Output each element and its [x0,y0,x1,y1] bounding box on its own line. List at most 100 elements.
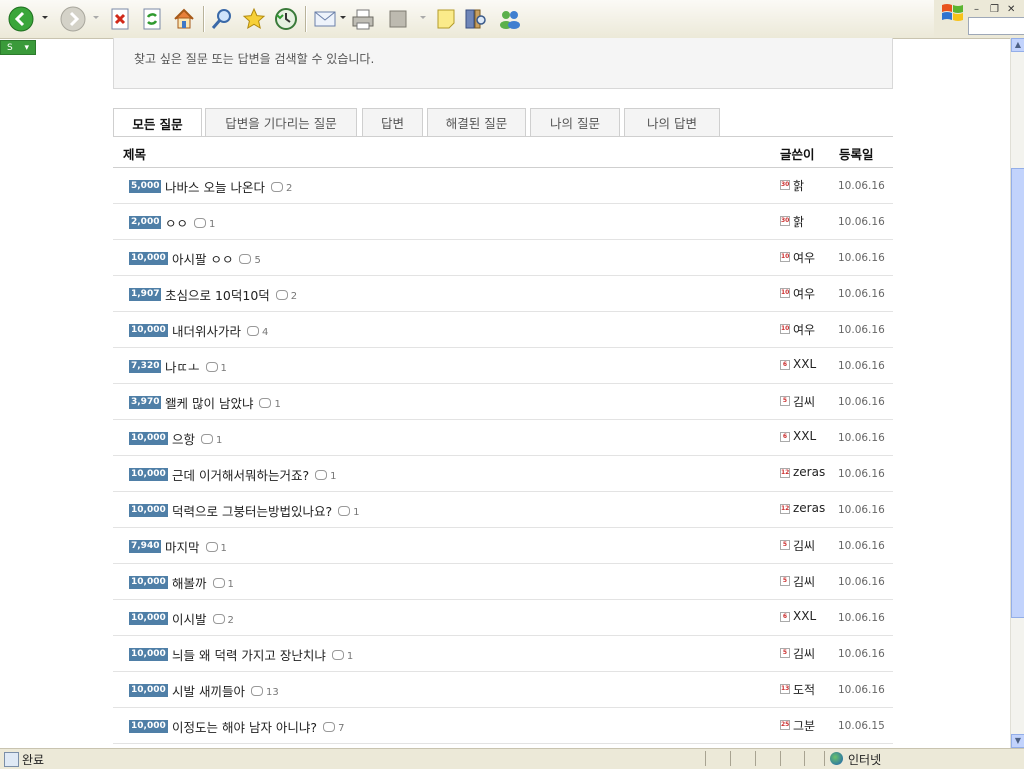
question-title-link[interactable]: 나바스 오늘 나온다 2 [165,177,292,196]
column-title: 제목 [123,147,147,162]
user-level-icon: 6 [780,432,790,442]
research-button[interactable] [462,5,490,33]
post-date: 10.06.16 [838,252,885,264]
question-title-link[interactable]: 나ㄸㅗ 1 [165,357,227,376]
forward-arrow-icon [60,6,86,32]
scroll-up-button[interactable]: ▲ [1011,38,1024,52]
post-date: 10.06.16 [838,432,885,444]
minimize-button[interactable]: – [974,4,979,15]
question-title-link[interactable]: 해볼까 1 [172,573,234,592]
question-title-link[interactable]: 마지막 1 [165,537,227,556]
tab-waiting-questions[interactable]: 답변을 기다리는 질문 [205,108,357,136]
address-bar-stub[interactable] [968,17,1024,35]
stop-button[interactable] [108,5,132,33]
back-arrow-icon [8,6,34,32]
tab-all-questions[interactable]: 모든 질문 [113,108,202,137]
search-button[interactable] [208,5,236,33]
forward-dropdown-icon[interactable] [93,16,99,19]
author-name[interactable]: 김씨 [793,573,815,590]
edit-button[interactable] [384,5,412,33]
tab-my-answers[interactable]: 나의 답변 [624,108,720,136]
page-menu-tag[interactable]: S ▾ [0,40,36,55]
discuss-button[interactable] [432,5,460,33]
favorites-button[interactable] [240,5,268,33]
author-name[interactable]: 김씨 [793,645,815,662]
table-row[interactable]: 10,000 시발 새끼들아 13 13 도적 10.06.16 [113,672,893,708]
tab-my-questions[interactable]: 나의 질문 [530,108,620,136]
close-window-button[interactable]: ✕ [1007,4,1015,15]
author-name[interactable]: 여우 [793,249,815,266]
table-row[interactable]: 10,000 이정도는 해야 남자 아니냐? 7 25 그분 10.06.15 [113,708,893,744]
table-row[interactable]: 1,907 초심으로 10덕10덕 2 10 여우 10.06.16 [113,276,893,312]
vertical-scrollbar[interactable]: ▲ ▼ [1010,38,1024,748]
author-name[interactable]: zeras [793,501,825,515]
author-name[interactable]: 핡 [793,213,804,230]
table-row[interactable]: 10,000 내더위사가라 4 10 여우 10.06.16 [113,312,893,348]
refresh-button[interactable] [140,5,164,33]
scroll-down-button[interactable]: ▼ [1011,734,1024,748]
table-row[interactable]: 2,000 ㅇㅇ 1 30 핡 10.06.16 [113,204,893,240]
question-title-link[interactable]: 늬들 왜 덕력 가지고 장난치냐 1 [172,645,353,664]
edit-dropdown-icon[interactable] [420,16,426,19]
question-title-link[interactable]: 근데 이거해서뭐하는거죠? 1 [172,465,336,484]
points-badge: 5,000 [129,180,162,193]
author-name[interactable]: zeras [793,465,825,479]
home-button[interactable] [170,5,198,33]
table-row[interactable]: 10,000 근데 이거해서뭐하는거죠? 1 12 zeras 10.06.16 [113,456,893,492]
user-level-icon: 10 [780,252,790,262]
table-row[interactable]: 10,000 해볼까 1 5 김씨 10.06.16 [113,564,893,600]
table-row[interactable]: 10,000 으항 1 6 XXL 10.06.16 [113,420,893,456]
points-badge: 10,000 [129,432,168,445]
comment-bubble-icon [275,290,288,300]
table-row[interactable]: 7,940 마지막 1 5 김씨 10.06.16 [113,528,893,564]
comment-bubble-icon [259,398,272,408]
author-name[interactable]: 그분 [793,717,815,734]
question-title-link[interactable]: 내더위사가라 4 [172,321,268,340]
question-title-link[interactable]: 왤케 많이 남았냐 1 [165,393,281,412]
author-name[interactable]: 여우 [793,285,815,302]
back-button[interactable] [6,5,36,33]
comment-count: 13 [250,686,279,698]
question-title-link[interactable]: 이정도는 해야 남자 아니냐? 7 [172,717,344,736]
comment-count-value: 5 [254,255,261,266]
mail-button[interactable] [311,5,341,33]
points-badge: 7,940 [129,540,162,553]
table-row[interactable]: 10,000 덕력으로 그붕터는방법있나요? 1 12 zeras 10.06.16 [113,492,893,528]
table-row[interactable]: 3,970 왤케 많이 남았냐 1 5 김씨 10.06.16 [113,384,893,420]
table-row[interactable]: 10,000 늬들 왜 덕력 가지고 장난치냐 1 5 김씨 10.06.16 [113,636,893,672]
author-name[interactable]: XXL [793,609,816,623]
forward-button[interactable] [58,5,88,33]
author-name[interactable]: 여우 [793,321,815,338]
history-button[interactable] [272,5,300,33]
tab-solved-questions[interactable]: 해결된 질문 [427,108,526,136]
points-badge: 10,000 [129,684,168,697]
question-title-link[interactable]: 으항 1 [172,429,222,448]
messenger-button[interactable] [496,5,524,33]
question-title-link[interactable]: 덕력으로 그붕터는방법있나요? 1 [172,501,359,520]
table-row[interactable]: 10,000 이시발 2 6 XXL 10.06.16 [113,600,893,636]
print-button[interactable] [349,5,377,33]
comment-bubble-icon [247,326,260,336]
author-name[interactable]: 김씨 [793,393,815,410]
author-name[interactable]: 도적 [793,681,815,698]
mail-dropdown-icon[interactable] [340,16,346,19]
question-title-link[interactable]: 시발 새끼들아 13 [172,681,279,700]
toolbar-separator [305,6,306,32]
scroll-thumb[interactable] [1011,168,1024,618]
table-row[interactable]: 7,320 나ㄸㅗ 1 6 XXL 10.06.16 [113,348,893,384]
comment-count-value: 1 [216,435,223,446]
question-title-link[interactable]: 이시발 2 [172,609,234,628]
post-date: 10.06.16 [838,576,885,588]
restore-button[interactable]: ❐ [990,4,999,15]
author-name[interactable]: XXL [793,357,816,371]
table-row[interactable]: 5,000 나바스 오늘 나온다 2 30 핡 10.06.16 [113,168,893,204]
table-row[interactable]: 10,000 아시팔 ㅇㅇ 5 10 여우 10.06.16 [113,240,893,276]
author-name[interactable]: 김씨 [793,537,815,554]
question-title-link[interactable]: ㅇㅇ 1 [165,213,215,232]
author-name[interactable]: 핡 [793,177,804,194]
question-title-link[interactable]: 아시팔 ㅇㅇ 5 [172,249,261,268]
tab-answers[interactable]: 답변 [362,108,423,136]
question-title-link[interactable]: 초심으로 10덕10덕 2 [165,285,297,304]
author-name[interactable]: XXL [793,429,816,443]
back-dropdown-icon[interactable] [42,16,48,19]
